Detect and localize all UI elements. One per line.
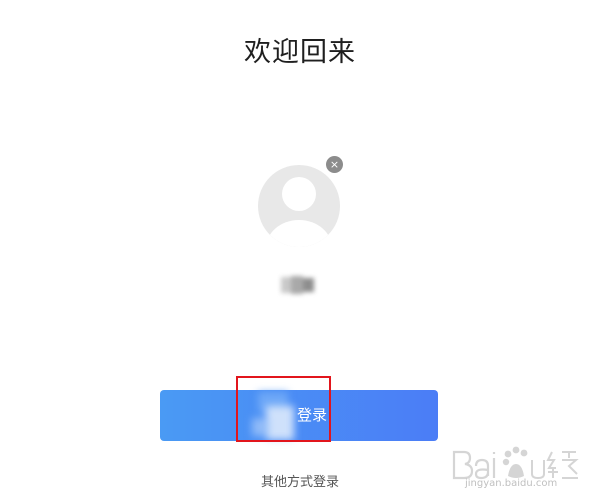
username-redacted	[279, 274, 317, 296]
remove-account-close-icon[interactable]: ×	[326, 156, 343, 173]
avatar[interactable]	[257, 158, 341, 252]
annotation-highlight-box	[236, 376, 331, 442]
page-title: 欢迎回来	[244, 37, 356, 68]
watermark-url: jingyan.baidu.com	[465, 478, 558, 489]
